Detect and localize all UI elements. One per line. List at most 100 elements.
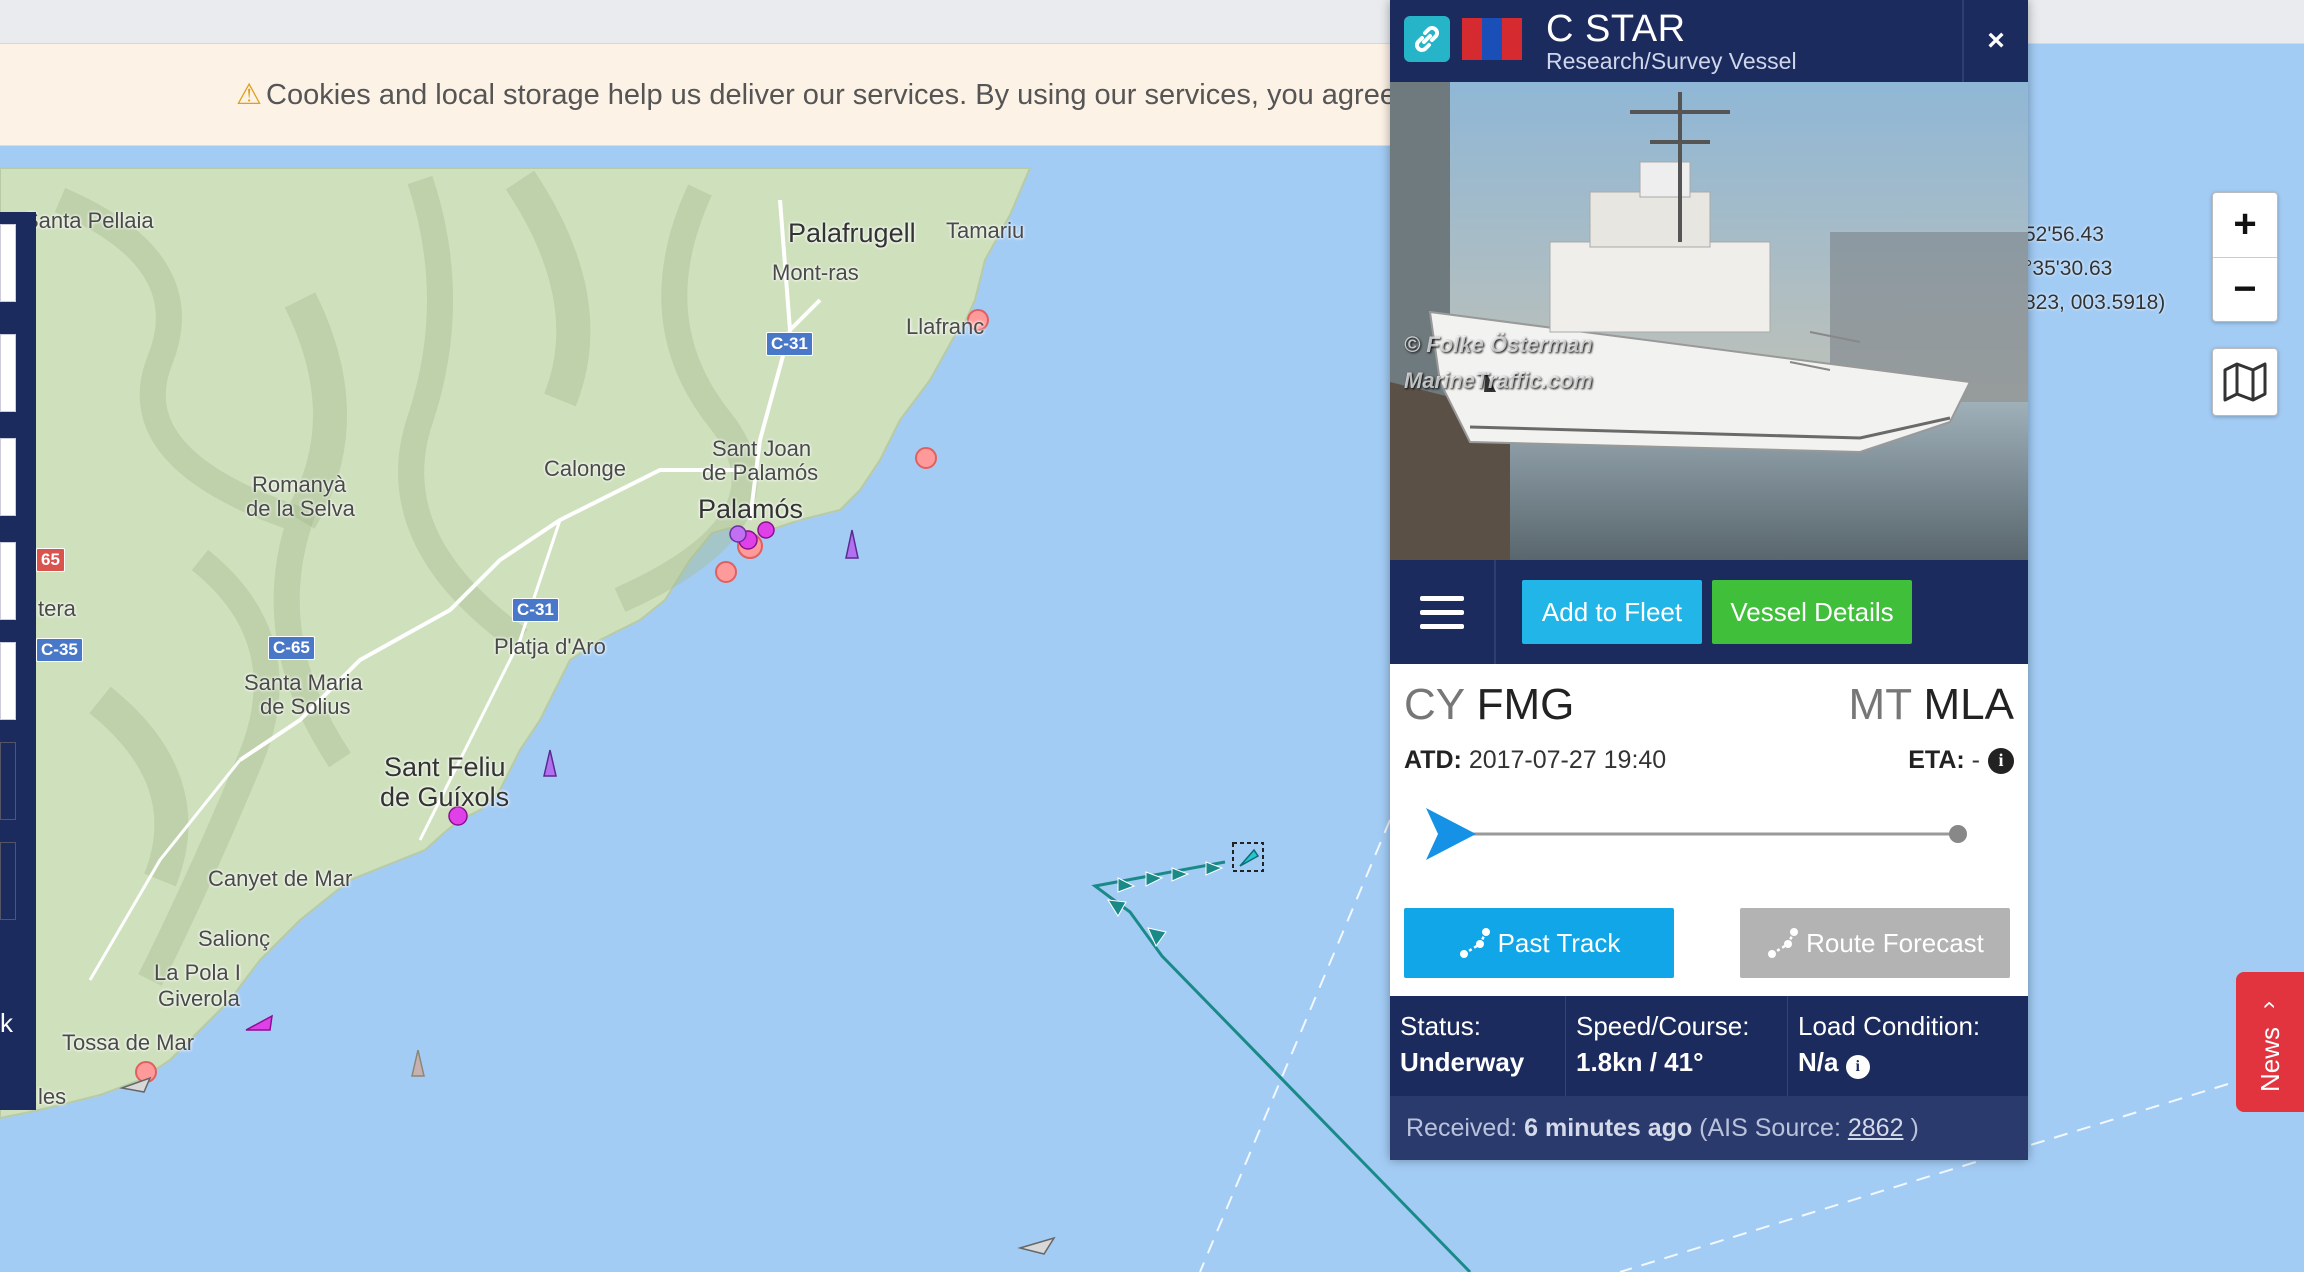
toolbar-slot[interactable] — [0, 334, 16, 412]
map-label: La Pola I — [154, 960, 241, 985]
left-toolbar: k — [0, 212, 36, 1110]
route-forecast-button[interactable]: Route Forecast — [1740, 908, 2010, 978]
map-label: de la Selva — [246, 496, 355, 521]
load-condition-label: Load Condition: — [1798, 1011, 1981, 1041]
route-icon — [1768, 928, 1799, 958]
map-label: Santa Maria — [244, 670, 363, 695]
map-label: Tossa de Mar — [62, 1030, 195, 1055]
past-track-button[interactable]: Past Track — [1404, 908, 1674, 978]
received-info: Received: 6 minutes ago (AIS Source: 286… — [1390, 1096, 2028, 1160]
arrival-port[interactable]: MLA — [1924, 680, 2014, 729]
vessel-name: C STAR — [1546, 8, 1686, 50]
speed-course-cell: Speed/Course: 1.8kn / 41° — [1566, 996, 1788, 1096]
info-icon[interactable]: i — [1845, 1055, 1870, 1079]
toolbar-slot[interactable] — [0, 542, 16, 620]
link-icon[interactable] — [1404, 16, 1450, 62]
departure-country: CY — [1404, 680, 1465, 729]
vessel-type: Research/Survey Vessel — [1546, 48, 1797, 74]
map-label: Llafranc — [906, 314, 985, 339]
map-label: Palamós — [698, 494, 804, 524]
map-label: Santa Pellaia — [24, 208, 154, 233]
track-icon — [1459, 928, 1490, 958]
map-layers-icon — [2223, 362, 2267, 402]
vessel-photo-image — [1390, 82, 2028, 560]
eta-value: - — [1971, 746, 1980, 774]
eta-row: ETA: -i — [1908, 746, 2014, 775]
map-label: de Palamós — [702, 460, 819, 485]
coord-decimal: 823, 003.5918) — [2024, 291, 2166, 314]
route-forecast-label: Route Forecast — [1806, 927, 1984, 958]
map-label: Tamariu — [946, 218, 1025, 243]
map-label: Sant Feliu — [384, 752, 506, 782]
ais-source-label: (AIS Source: — [1699, 1114, 1841, 1142]
map-label: Platja d'Aro — [494, 634, 606, 659]
toolbar-slot[interactable] — [0, 742, 16, 820]
status-cell: Status: Underway — [1390, 996, 1566, 1096]
coord-longitude: °35'30.63 — [2024, 257, 2113, 280]
map-layers-button[interactable] — [2212, 348, 2278, 416]
speed-course-value: 1.8kn / 41° — [1576, 1047, 1704, 1077]
cookie-text: Cookies and local storage help us delive… — [266, 79, 1400, 111]
atd-row: ATD: 2017-07-27 19:40 — [1404, 746, 1666, 775]
received-value: 6 minutes ago — [1524, 1114, 1693, 1142]
toolbar-label: k — [0, 1008, 13, 1038]
map-label: Giverola — [158, 986, 240, 1011]
load-condition-cell: Load Condition: N/a i — [1788, 996, 2028, 1096]
flag-icon — [1462, 18, 1522, 60]
vessel-details-button[interactable]: Vessel Details — [1712, 580, 1912, 644]
toolbar-slot[interactable] — [0, 224, 16, 302]
progress-arrow-icon — [1426, 808, 1476, 860]
info-icon[interactable]: i — [1988, 747, 2014, 774]
map-label: Salionç — [198, 926, 271, 951]
hamburger-menu-icon[interactable] — [1390, 560, 1496, 664]
map-label: Palafrugell — [788, 218, 916, 248]
departure-port[interactable]: FMG — [1477, 680, 1575, 729]
vessel-photo[interactable]: © Folke Österman MarineTraffic.com — [1390, 82, 2028, 560]
vessel-status-bar: Status: Underway Speed/Course: 1.8kn / 41°… — [1390, 996, 2028, 1096]
zoom-out-button[interactable]: − — [2213, 258, 2277, 322]
toolbar-slot[interactable] — [0, 642, 16, 720]
zoom-control: + − — [2212, 192, 2278, 322]
toolbar-slot[interactable] — [0, 438, 16, 516]
arrival-country: MT — [1848, 680, 1912, 729]
map-label: de Solius — [260, 694, 351, 719]
news-tab[interactable]: ‹ News — [2236, 972, 2304, 1112]
ais-source-link[interactable]: 2862 — [1848, 1114, 1904, 1142]
map-label: de Guíxols — [380, 782, 510, 812]
zoom-in-button[interactable]: + — [2213, 193, 2277, 257]
voyage-progress-bar — [1426, 808, 1967, 860]
map-label: Sant Joan — [712, 436, 812, 461]
atd-label: ATD: — [1404, 746, 1462, 774]
coord-latitude: 52'56.43 — [2024, 223, 2104, 246]
photo-credit-site: MarineTraffic.com — [1404, 368, 1593, 393]
chevron-up-icon: ‹ — [2257, 1001, 2284, 1010]
atd-value: 2017-07-27 19:40 — [1468, 746, 1667, 774]
load-condition-value: N/a — [1798, 1047, 1839, 1077]
map-label: tera — [38, 596, 76, 621]
vessel-panel-header: C STAR Research/Survey Vessel × — [1390, 0, 2028, 82]
road-label: C-31 — [766, 332, 813, 356]
map-label: les — [38, 1084, 67, 1109]
map-label: Calonge — [544, 456, 626, 481]
road-label: 65 — [36, 548, 65, 572]
eta-label: ETA: — [1908, 746, 1965, 774]
cookie-banner: ⚠ Cookies and local storage help us deliv… — [0, 44, 1400, 146]
road-label: C-31 — [512, 598, 559, 622]
close-button[interactable]: × — [1962, 0, 2028, 82]
road-label: C-35 — [36, 638, 83, 662]
voyage-ports: CY FMG MT MLA — [1404, 680, 2014, 730]
map-label: Canyet de Mar — [208, 866, 353, 891]
toolbar-slot[interactable] — [0, 842, 16, 920]
vessel-info-panel: C STAR Research/Survey Vessel × © Folke … — [1390, 0, 2028, 1160]
map-label: Mont-ras — [772, 260, 859, 285]
add-to-fleet-button[interactable]: Add to Fleet — [1522, 580, 1702, 644]
cursor-coordinates: 52'56.43 °35'30.63 823, 003.5918) — [2024, 218, 2165, 320]
speed-course-label: Speed/Course: — [1576, 1011, 1750, 1041]
road-label: C-65 — [268, 636, 315, 660]
map-label: Romanyà — [252, 472, 347, 497]
warning-icon: ⚠ — [236, 79, 262, 111]
ais-source-close: ) — [1910, 1114, 1919, 1142]
vessel-action-bar: Add to Fleet Vessel Details — [1390, 560, 2028, 664]
received-label: Received: — [1406, 1114, 1518, 1142]
photo-credit: © Folke Österman — [1404, 332, 1593, 357]
